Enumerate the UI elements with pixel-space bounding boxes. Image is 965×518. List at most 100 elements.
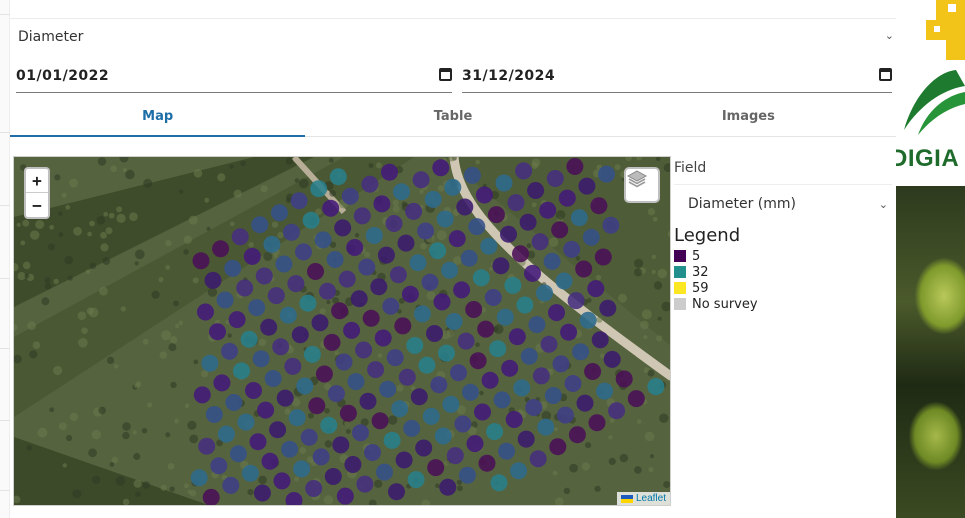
map-tree <box>575 256 581 261</box>
survey-marker <box>352 424 369 442</box>
calendar-icon[interactable] <box>439 68 452 81</box>
map-tree <box>647 369 655 377</box>
survey-marker <box>413 305 431 323</box>
map-tree <box>129 212 138 221</box>
map-tree <box>657 316 662 321</box>
legend-field-select[interactable]: Diameter (mm) ⌄ <box>674 185 892 223</box>
map-tree <box>169 486 175 492</box>
survey-marker <box>217 425 235 443</box>
survey-marker <box>608 402 626 420</box>
map-legend: Legend 5 32 59 No survey <box>674 223 892 312</box>
survey-marker <box>540 335 558 353</box>
survey-marker <box>260 318 278 336</box>
map-tree <box>260 185 268 193</box>
map-tree <box>116 213 126 223</box>
survey-marker <box>319 282 336 300</box>
survey-marker <box>346 239 364 256</box>
survey-marker <box>469 352 487 370</box>
survey-marker <box>463 166 481 184</box>
legend-item-label: 5 <box>692 248 701 264</box>
map-tree <box>122 498 130 505</box>
survey-marker <box>335 353 353 371</box>
survey-marker <box>287 275 305 293</box>
map-tree <box>32 341 41 349</box>
map-tree <box>247 489 254 496</box>
map-attribution: Leaflet <box>616 492 670 505</box>
map-tree <box>594 485 601 492</box>
survey-marker <box>510 462 528 480</box>
survey-marker <box>343 321 361 339</box>
survey-marker <box>251 216 269 234</box>
tab-map[interactable]: Map <box>10 97 306 137</box>
main-panel: Diameter ⌄ 01/01/2022 31/12/2024 Map Tab… <box>10 18 896 518</box>
olive-photo <box>896 186 965 518</box>
survey-marker <box>279 306 297 324</box>
survey-marker <box>516 296 534 314</box>
field-select[interactable]: Diameter ⌄ <box>10 19 896 55</box>
survey-marker <box>418 356 436 374</box>
survey-marker <box>558 189 576 207</box>
survey-marker <box>430 376 448 394</box>
map-tree <box>102 257 111 265</box>
survey-marker <box>212 240 230 258</box>
survey-marker <box>498 442 516 460</box>
survey-marker <box>376 463 393 481</box>
zoom-out-button[interactable]: − <box>26 193 48 217</box>
survey-marker <box>263 235 281 253</box>
survey-marker <box>460 249 478 267</box>
map-view[interactable]: + − Leaflet <box>13 156 671 506</box>
survey-marker <box>450 364 467 382</box>
tab-images[interactable]: Images <box>601 97 896 136</box>
survey-marker <box>501 359 519 377</box>
survey-marker <box>484 289 502 306</box>
survey-marker <box>462 383 479 401</box>
survey-marker <box>359 392 377 410</box>
map-tree <box>16 222 21 227</box>
map-tree <box>263 252 273 261</box>
survey-marker <box>398 368 416 386</box>
map-tree <box>299 447 307 454</box>
map-tree <box>165 240 172 247</box>
survey-marker <box>210 457 228 475</box>
map-tree <box>641 309 652 320</box>
map-tree <box>168 343 177 352</box>
survey-marker <box>568 426 586 444</box>
map-tree <box>122 431 130 440</box>
start-date-input[interactable]: 01/01/2022 <box>16 59 452 93</box>
survey-marker <box>283 223 300 241</box>
satellite-map[interactable] <box>14 157 671 506</box>
survey-marker <box>356 475 374 493</box>
tab-table[interactable]: Table <box>305 97 600 136</box>
survey-marker <box>303 345 321 363</box>
leaflet-link[interactable]: Leaflet <box>636 493 666 504</box>
survey-marker <box>407 471 425 489</box>
survey-marker <box>492 257 510 275</box>
survey-marker <box>546 170 564 187</box>
map-tree <box>103 211 108 217</box>
legend-swatch <box>674 298 686 310</box>
survey-marker <box>457 332 475 350</box>
survey-marker <box>563 240 581 258</box>
map-tree <box>44 282 52 290</box>
survey-marker <box>426 325 443 342</box>
map-tree <box>133 479 142 488</box>
survey-marker <box>350 290 368 308</box>
survey-marker <box>410 388 428 406</box>
survey-marker <box>248 299 266 317</box>
survey-marker <box>205 406 223 423</box>
survey-marker <box>302 211 320 229</box>
map-tree <box>192 277 199 284</box>
end-date-input[interactable]: 31/12/2024 <box>462 59 892 93</box>
calendar-icon[interactable] <box>879 68 892 81</box>
survey-marker <box>405 202 423 220</box>
survey-marker <box>222 476 240 494</box>
view-tabs: Map Table Images <box>10 97 896 137</box>
layers-button[interactable] <box>624 167 660 203</box>
survey-marker <box>456 198 474 216</box>
map-tree <box>132 430 137 435</box>
zoom-in-button[interactable]: + <box>26 169 48 193</box>
map-tree <box>488 266 494 272</box>
survey-marker <box>271 204 288 222</box>
survey-marker <box>192 252 210 270</box>
map-tree <box>663 481 670 488</box>
